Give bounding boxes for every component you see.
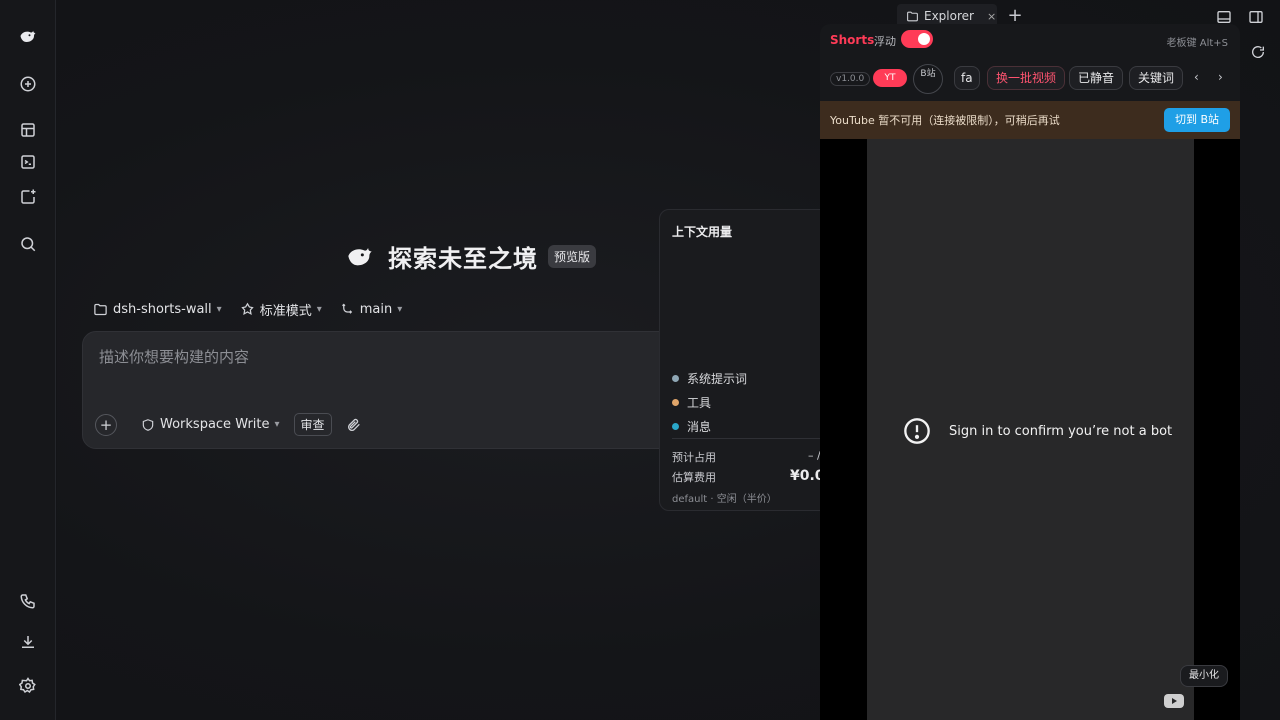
shorts-toolbar: v1.0.0 YT B站 fa 换一批视频 已静音 关键词 ‹ › [820,64,1240,94]
legend-dot [672,398,679,406]
bottom-panel-toggle-icon[interactable] [1216,9,1232,25]
shorts-brand: Shorts [830,33,875,47]
legend-label: 工具 [687,395,712,410]
shorts-panel: Shorts 浮动 老板键 Alt+S v1.0.0 YT B站 fa 换一批视… [820,24,1240,720]
tab-close-icon[interactable]: × [987,10,996,23]
youtube-logo-icon[interactable] [1164,694,1184,708]
project-selector[interactable]: dsh-shorts-wall ▾ [93,302,222,317]
preview-badge: 预览版 [548,244,597,268]
version-badge: v1.0.0 [830,72,871,86]
chevron-down-icon: ▾ [274,419,280,430]
estimate-label: 预计占用 [672,451,716,464]
youtube-unavailable-notice: YouTube 暂不可用（连接被限制），可稍后再试 切到 B站 [820,101,1240,139]
boss-key-hint: 老板键 Alt+S [1166,38,1228,49]
cost-label: 估算费用 [672,471,716,484]
search-icon[interactable] [14,230,42,258]
next-arrow-icon[interactable]: › [1218,70,1223,84]
reload-icon[interactable] [1250,44,1266,60]
source-youtube-button[interactable]: YT [873,69,907,87]
hero-heading: 探索未至之境 预览版 [342,238,597,274]
branch-selector[interactable]: main ▾ [340,302,403,317]
chevron-down-icon: ▾ [316,304,322,315]
review-button[interactable]: 审查 [293,413,332,436]
prompt-input[interactable] [99,346,659,386]
add-attachment-button[interactable]: + [95,413,117,436]
whale-logo-icon[interactable] [14,22,42,50]
context-footer: default · 空闲（半价） [672,494,777,505]
settings-icon[interactable] [14,672,42,700]
divider [672,438,842,439]
new-chat-icon[interactable] [14,70,42,98]
prompt-composer: + Workspace Write ▾ 审查 [82,331,682,449]
keywords-button[interactable]: 关键词 [1129,66,1184,90]
alert-circle-icon [903,417,931,445]
workspace-mode-selector[interactable]: Workspace Write ▾ [141,417,280,432]
legend-dot [672,422,679,430]
category-chip[interactable]: fa [954,66,980,90]
mode-selector[interactable]: 标准模式 ▾ [240,300,322,319]
workspace-label: Workspace Write [160,417,270,432]
context-title: 上下文用量 [672,225,733,239]
mute-button[interactable]: 已静音 [1069,66,1124,90]
legend-dot [672,374,679,382]
mode-label: 标准模式 [259,304,312,319]
tab-label: Explorer [924,9,974,23]
folder-icon [906,10,919,23]
context-legend: 系统提示词 工具 消息 [672,366,747,438]
add-tab-button[interactable]: + [1006,7,1024,25]
selector-row: dsh-shorts-wall ▾ 标准模式 ▾ main ▾ [93,300,402,319]
float-label: 浮动 [874,35,896,48]
prev-arrow-icon[interactable]: ‹ [1194,70,1199,84]
notice-text: YouTube 暂不可用（连接被限制），可稍后再试 [830,114,1060,127]
download-icon[interactable] [14,628,42,656]
project-name: dsh-shorts-wall [113,302,212,317]
video-player[interactable]: Sign in to confirm you’re not a bot [867,139,1194,720]
side-panel-toggle-icon[interactable] [1248,9,1264,25]
refresh-batch-button[interactable]: 换一批视频 [987,66,1066,90]
switch-to-bilibili-button[interactable]: 切到 B站 [1163,108,1230,132]
source-bilibili-button[interactable]: B站 [913,64,943,94]
legend-label: 系统提示词 [687,371,748,386]
legend-item: 消息 [672,414,747,438]
float-toggle[interactable] [901,30,933,48]
bot-check-message: Sign in to confirm you’re not a bot [903,417,1172,445]
branch-label: main [359,302,393,317]
branch-icon [340,302,355,317]
terminal-icon[interactable] [14,148,42,176]
composer-toolbar: + Workspace Write ▾ 审查 [95,413,362,436]
video-player-frame: Sign in to confirm you’re not a bot 最小化 [820,139,1240,720]
chevron-down-icon: ▾ [397,304,403,315]
minimize-button[interactable]: 最小化 [1180,665,1228,687]
estimate-value: – / [808,449,821,462]
legend-item: 系统提示词 [672,366,747,390]
mode-icon [240,302,255,317]
layout-icon[interactable] [14,116,42,144]
whale-logo-icon [342,242,378,270]
shield-icon [141,418,155,432]
chevron-down-icon: ▾ [216,304,222,315]
add-window-icon[interactable] [14,183,42,211]
left-rail [0,0,56,720]
phone-icon[interactable] [14,587,42,615]
folder-icon [93,302,108,317]
bot-check-text: Sign in to confirm you’re not a bot [949,423,1173,439]
legend-item: 工具 [672,390,747,414]
paperclip-icon[interactable] [346,417,362,433]
hero-title: 探索未至之境 [388,244,538,273]
legend-label: 消息 [687,419,712,434]
